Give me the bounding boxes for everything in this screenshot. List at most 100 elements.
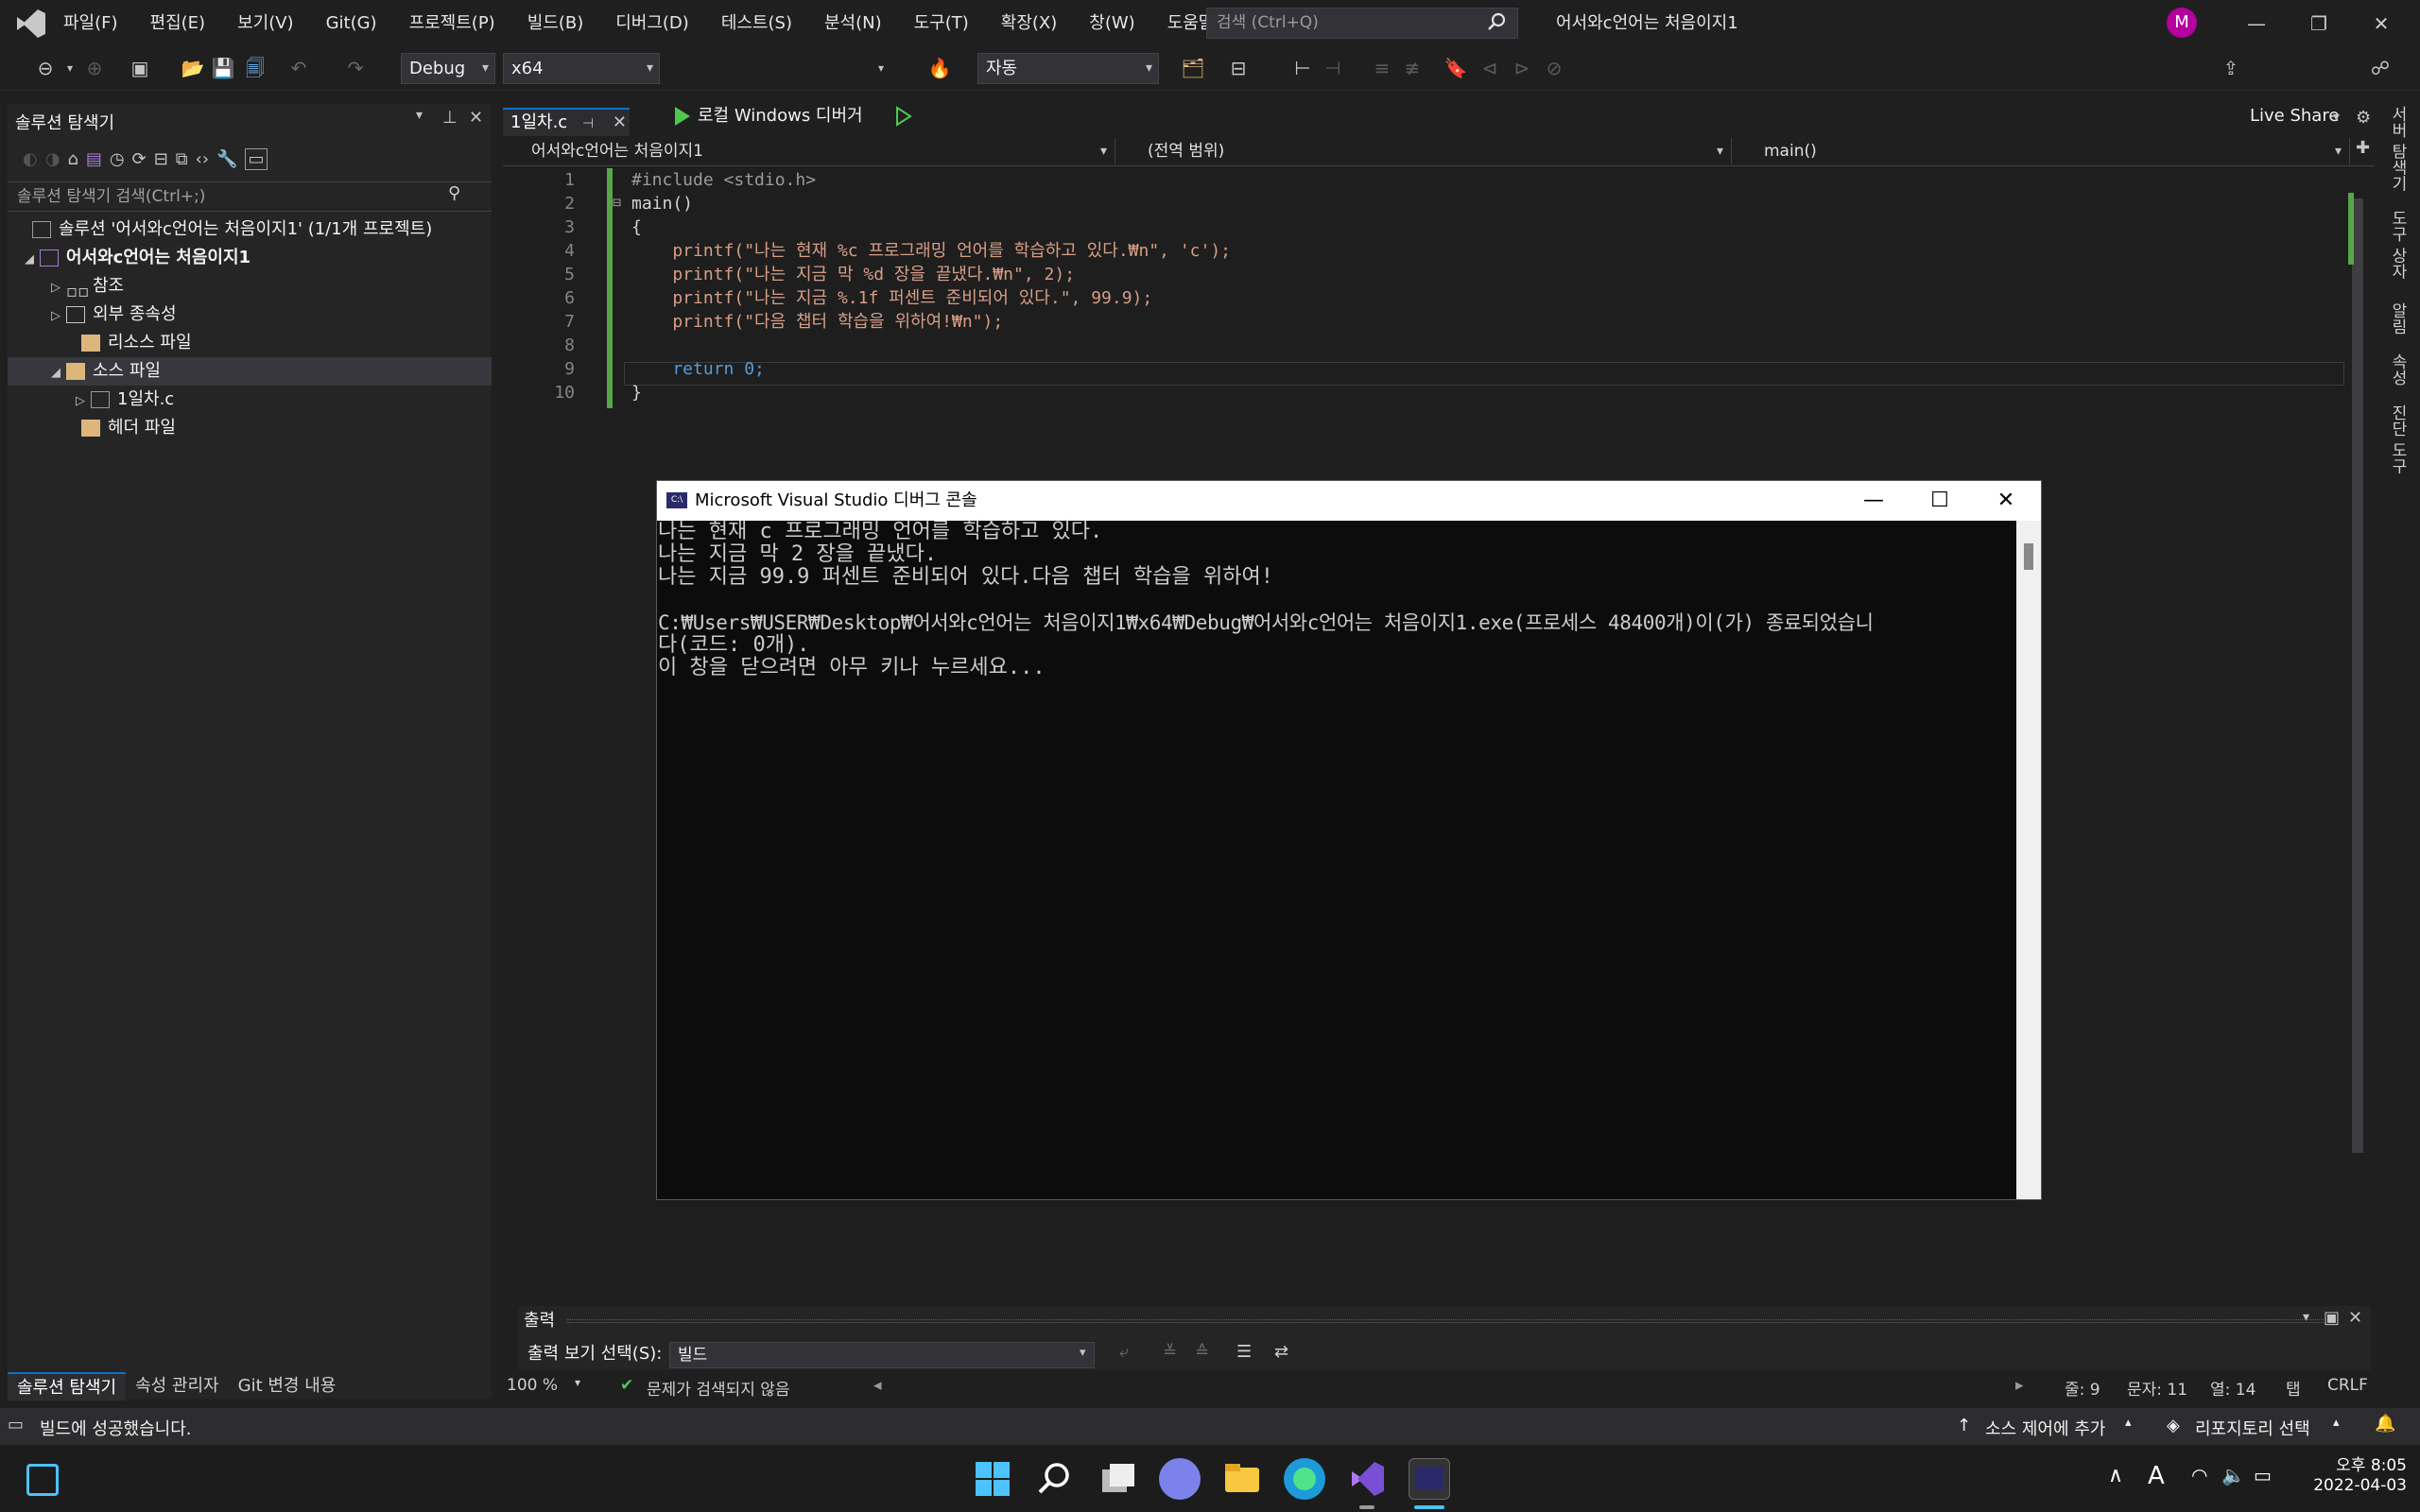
caret-up-icon[interactable]: ▴	[2125, 1416, 2132, 1430]
zoom-dropdown-icon[interactable]: ▾	[575, 1376, 580, 1389]
scroll-left-icon[interactable]: ◂	[873, 1376, 882, 1395]
home-icon[interactable]: ⌂	[67, 149, 78, 169]
sync-icon[interactable]: ⟳	[132, 149, 147, 169]
issues-indicator[interactable]: 문제가 검색되지 않음	[647, 1376, 790, 1400]
pin-icon[interactable]: ⊥	[442, 108, 458, 128]
visual-studio-taskbar-icon[interactable]	[1346, 1458, 1388, 1500]
indent-icon[interactable]: ⊣	[1320, 55, 1346, 81]
collapse-all-icon[interactable]: ⊟	[154, 149, 168, 169]
properties-icon[interactable]: 🔧	[216, 149, 237, 169]
menu-window[interactable]: 창(W)	[1073, 0, 1150, 47]
zoom-level[interactable]: 100 %	[507, 1376, 558, 1395]
expanded-icon[interactable]: ◢	[25, 246, 40, 274]
preview-icon[interactable]: ▭	[245, 147, 268, 170]
start-button[interactable]	[972, 1458, 1013, 1500]
word-wrap-icon[interactable]: ⇄	[1274, 1342, 1288, 1362]
menu-build[interactable]: 빌드(B)	[511, 0, 600, 47]
terminal-taskbar-icon[interactable]	[1409, 1458, 1450, 1500]
battery-icon[interactable]: ▭	[2254, 1464, 2272, 1486]
format-icon[interactable]: ⊢	[1289, 55, 1316, 81]
console-maximize-button[interactable]: ☐	[1907, 481, 1973, 521]
feedback-icon[interactable]: ☍	[2367, 55, 2394, 81]
collapsed-icon[interactable]: ▷	[51, 302, 66, 331]
navigate-back-icon[interactable]: ⊖	[32, 55, 59, 81]
menu-test[interactable]: 테스트(S)	[705, 0, 808, 47]
tab-git-changes[interactable]: Git 변경 내용	[229, 1372, 346, 1400]
caret-up-icon[interactable]: ▴	[2333, 1416, 2340, 1430]
open-folder-icon[interactable]: 📂	[180, 55, 206, 81]
task-view-icon[interactable]	[1097, 1458, 1138, 1500]
undo-icon[interactable]: ↶	[285, 55, 312, 81]
clear-bookmarks-icon[interactable]: ⊘	[1541, 55, 1567, 81]
menu-extensions[interactable]: 확장(X)	[985, 0, 1074, 47]
console-close-button[interactable]: ✕	[1973, 481, 2039, 521]
hot-reload-icon[interactable]: 🔥	[926, 55, 953, 81]
tray-overflow-icon[interactable]: ∧	[2108, 1464, 2123, 1487]
select-repository-button[interactable]: 리포지토리 선택	[2195, 1416, 2310, 1440]
panel-close-icon[interactable]: ✕	[469, 108, 483, 128]
search-icon[interactable]	[1486, 11, 1507, 32]
new-project-icon[interactable]: ▣	[127, 55, 153, 81]
solution-search-icon[interactable]: ⚲	[448, 183, 460, 203]
search-input[interactable]: 검색 (Ctrl+Q)	[1206, 8, 1518, 39]
debug-console-window[interactable]: C:\ Microsoft Visual Studio 디버그 콘솔 — ☐ ✕…	[656, 480, 2042, 1200]
close-button[interactable]: ✕	[2350, 0, 2412, 47]
live-share-icon[interactable]: ⇪	[2218, 55, 2244, 81]
menu-git[interactable]: Git(G)	[310, 0, 393, 47]
tab-toolbox[interactable]: 도구 상자	[2386, 210, 2410, 279]
widgets-icon[interactable]	[26, 1464, 59, 1496]
forward-icon[interactable]: ◑	[45, 149, 60, 169]
prev-bookmark-icon[interactable]: ⊲	[1477, 55, 1503, 81]
menu-analyze[interactable]: 분석(N)	[808, 0, 898, 47]
menu-debug[interactable]: 디버그(D)	[599, 0, 705, 47]
taskbar-clock-date[interactable]: 2022-04-03	[2278, 1476, 2407, 1495]
function-nav-dropdown[interactable]: main()	[1736, 138, 2350, 164]
output-options-icon[interactable]: ▾	[2303, 1310, 2309, 1325]
output-close-icon[interactable]: ✕	[2348, 1308, 2362, 1328]
char-indicator[interactable]: 문자: 11	[2127, 1376, 2187, 1400]
clear-all-icon[interactable]: ☰	[1236, 1342, 1252, 1362]
menu-project[interactable]: 프로젝트(P)	[393, 0, 511, 47]
find-message-icon[interactable]: ⤶	[1119, 1342, 1129, 1362]
navigate-forward-icon[interactable]: ⊕	[81, 55, 108, 81]
save-all-icon[interactable]: 🗐	[242, 55, 268, 81]
show-all-files-icon[interactable]: ⧉	[176, 149, 188, 169]
column-indicator[interactable]: 열: 14	[2210, 1376, 2256, 1400]
tab-indicator[interactable]: 탭	[2286, 1376, 2301, 1400]
menu-edit[interactable]: 편집(E)	[134, 0, 222, 47]
next-message-icon[interactable]: ≙	[1195, 1342, 1209, 1362]
tree-resource-files[interactable]: 리소스 파일	[8, 329, 492, 357]
tab-list-icon[interactable]: ▾	[2333, 110, 2340, 125]
tree-references[interactable]: ▷ ▫▫ 참조	[8, 272, 492, 301]
solution-search-input[interactable]: 솔루션 탐색기 검색(Ctrl+;)	[8, 181, 492, 212]
collapsed-icon[interactable]: ▷	[51, 274, 66, 302]
code-view-icon[interactable]: ‹›	[196, 149, 209, 169]
menu-tools[interactable]: 도구(T)	[898, 0, 985, 47]
tab-pin-icon[interactable]: ⊣	[582, 116, 594, 131]
collapsed-icon[interactable]: ▷	[76, 387, 91, 416]
tree-header-files[interactable]: 헤더 파일	[8, 414, 492, 442]
tree-source-files[interactable]: ◢ 소스 파일	[8, 357, 492, 386]
output-maximize-icon[interactable]: ▣	[2324, 1308, 2340, 1328]
tab-notifications[interactable]: 알림	[2386, 302, 2410, 335]
wifi-icon[interactable]: ◠	[2191, 1464, 2207, 1486]
panel-grip[interactable]	[567, 1319, 2325, 1323]
console-scrollbar-thumb[interactable]	[2024, 543, 2033, 570]
save-icon[interactable]: 💾	[210, 55, 236, 81]
tab-properties[interactable]: 속성	[2386, 353, 2410, 386]
switch-view-icon[interactable]: ▤	[86, 149, 102, 169]
taskbar-clock-time[interactable]: 오후 8:05	[2297, 1452, 2407, 1475]
minimize-button[interactable]: —	[2225, 0, 2288, 47]
tab-server-explorer[interactable]: 서버 탐색기	[2386, 106, 2410, 191]
back-icon[interactable]: ◐	[23, 149, 38, 169]
prev-message-icon[interactable]: ≚	[1163, 1342, 1177, 1362]
tab-solution-explorer[interactable]: 솔루션 탐색기	[8, 1372, 127, 1400]
line-ending-indicator[interactable]: CRLF	[2327, 1376, 2368, 1395]
solution-config-dropdown[interactable]: Debug	[401, 53, 495, 84]
project-nav-dropdown[interactable]: 어서와c언어는 처음이지1	[503, 138, 1115, 164]
console-scrollbar[interactable]	[2016, 521, 2041, 1199]
tree-external-deps[interactable]: ▷ 외부 종속성	[8, 301, 492, 329]
scroll-right-icon[interactable]: ▸	[2015, 1376, 2024, 1395]
file-explorer-icon[interactable]	[1221, 1458, 1263, 1500]
collapse-main-icon[interactable]: ⊟	[613, 194, 621, 211]
